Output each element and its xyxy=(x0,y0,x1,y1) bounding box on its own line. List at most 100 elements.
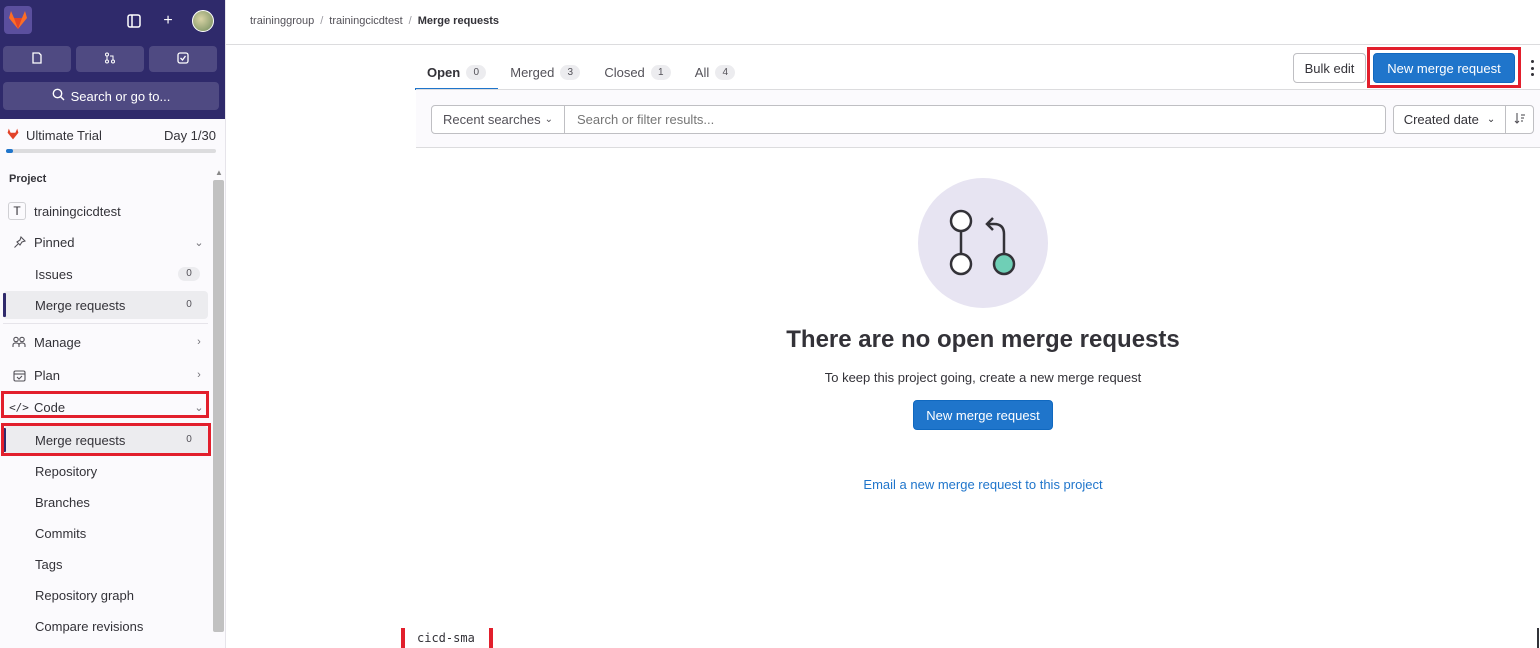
chevron-right-icon: › xyxy=(197,336,201,348)
tab-count-badge: 4 xyxy=(715,64,736,80)
tab-count-badge: 3 xyxy=(560,64,581,80)
sidebar-group-manage[interactable]: Manage › xyxy=(3,328,208,356)
sidebar-divider xyxy=(3,323,208,324)
bottom-tag-text: cicd-sma xyxy=(417,631,475,645)
sidebar-item-compare-revisions[interactable]: Compare revisions xyxy=(3,612,208,640)
project-avatar: T xyxy=(8,202,26,220)
highlight-marker-right xyxy=(488,628,493,648)
sidebar-item-label: Branches xyxy=(35,494,90,510)
tanuki-icon xyxy=(6,128,20,143)
bottom-tag: cicd-sma xyxy=(401,628,493,648)
sidebar-toggle-icon[interactable] xyxy=(124,11,144,31)
sidebar-group-label: Manage xyxy=(34,334,81,350)
sidebar-item-label: Merge requests xyxy=(35,297,126,313)
recent-searches-dropdown[interactable]: Recent searches ⌄ xyxy=(431,105,565,134)
tab-all[interactable]: All 4 xyxy=(694,55,736,89)
plus-icon[interactable]: + xyxy=(158,11,178,31)
sort-lowest-icon xyxy=(1514,112,1526,127)
tab-count-badge: 0 xyxy=(466,64,487,80)
trial-widget[interactable]: Ultimate Trial Day 1/30 xyxy=(6,128,216,153)
tab-merged[interactable]: Merged 3 xyxy=(510,55,581,89)
trial-progress-fill xyxy=(6,149,13,153)
issue-icon xyxy=(31,51,43,67)
sort-label: Created date xyxy=(1403,112,1479,127)
trial-label: Ultimate Trial xyxy=(26,128,102,143)
project-link[interactable]: T trainingcicdtest xyxy=(3,197,208,225)
breadcrumb-group-link[interactable]: traininggroup xyxy=(250,15,314,27)
header-divider xyxy=(226,44,1540,45)
tabs-divider xyxy=(416,89,1540,90)
sidebar-item-pinned-merge-requests[interactable]: Merge requests 0 xyxy=(3,291,208,319)
sidebar-item-label: Tags xyxy=(35,556,63,572)
todo-icon xyxy=(177,51,189,67)
sidebar-group-label: Pinned xyxy=(34,234,75,250)
search-label: Search or go to... xyxy=(70,88,171,104)
tab-label: All xyxy=(694,64,710,80)
search-or-go-to-button[interactable]: Search or go to... xyxy=(3,82,219,110)
highlight-code-group xyxy=(1,391,209,418)
tab-label: Merged xyxy=(510,64,555,80)
more-actions-icon[interactable] xyxy=(1528,56,1536,80)
merge-request-icon xyxy=(104,52,116,67)
sidebar-item-label: Compare revisions xyxy=(35,618,144,634)
sidebar-item-label: Repository xyxy=(35,463,98,479)
empty-state-description: To keep this project going, create a new… xyxy=(824,370,1142,385)
sidebar-item-label: Issues xyxy=(35,266,73,282)
sort-direction-button[interactable] xyxy=(1505,105,1534,134)
search-icon xyxy=(52,88,65,104)
tab-label: Open xyxy=(427,64,461,80)
sidebar-item-repository[interactable]: Repository xyxy=(3,457,208,485)
merge-requests-shortcut-button[interactable] xyxy=(76,46,144,72)
trial-day: Day 1/30 xyxy=(163,128,216,143)
chevron-down-icon: ⌄ xyxy=(1486,114,1496,125)
sidebar-item-issues[interactable]: Issues 0 xyxy=(3,260,208,288)
sidebar-item-branches[interactable]: Branches xyxy=(3,488,208,516)
sidebar-item-label: Commits xyxy=(35,525,87,541)
gitlab-logo-icon[interactable] xyxy=(4,6,32,34)
count-badge: 0 xyxy=(178,298,200,312)
issues-shortcut-button[interactable] xyxy=(3,46,71,72)
count-badge: 0 xyxy=(178,267,200,281)
tab-count-badge: 1 xyxy=(650,64,671,80)
sidebar-scrollbar-thumb[interactable] xyxy=(213,180,224,632)
search-filter-input[interactable] xyxy=(564,105,1386,134)
sidebar-item-tags[interactable]: Tags xyxy=(3,550,208,578)
sidebar-item-label: Repository graph xyxy=(35,587,134,603)
breadcrumb-project-link[interactable]: trainingcicdtest xyxy=(329,15,402,27)
bulk-edit-button[interactable]: Bulk edit xyxy=(1293,53,1366,83)
empty-state-title: There are no open merge requests xyxy=(786,326,1180,353)
sidebar: + Search or go to... Ultimate Trial Day … xyxy=(0,0,226,648)
project-name: trainingcicdtest xyxy=(34,203,121,219)
section-title: Project xyxy=(9,173,47,185)
pin-icon xyxy=(8,235,30,249)
breadcrumb-current[interactable]: Merge requests xyxy=(418,15,499,27)
highlight-merge-requests xyxy=(1,423,211,456)
recent-searches-label: Recent searches xyxy=(443,112,541,127)
chevron-down-icon: ⌄ xyxy=(544,114,553,125)
scroll-up-arrow-icon[interactable]: ▲ xyxy=(215,168,223,177)
avatar[interactable] xyxy=(192,10,214,32)
trial-progress-bar xyxy=(6,149,216,153)
tab-label: Closed xyxy=(604,64,645,80)
tab-open[interactable]: Open 0 xyxy=(414,55,499,90)
sidebar-item-repository-graph[interactable]: Repository graph xyxy=(3,581,208,609)
sidebar-header: + Search or go to... xyxy=(0,0,225,119)
tab-closed[interactable]: Closed 1 xyxy=(604,55,671,89)
edge-marker xyxy=(1537,628,1539,648)
merge-request-illustration-icon xyxy=(949,209,1016,276)
sidebar-group-plan[interactable]: Plan › xyxy=(3,361,208,389)
todo-shortcut-button[interactable] xyxy=(149,46,217,72)
sidebar-group-pinned[interactable]: Pinned ⌄ xyxy=(3,228,208,256)
empty-state-new-mr-button[interactable]: New merge request xyxy=(913,400,1053,430)
users-icon xyxy=(8,336,30,348)
empty-state-illustration xyxy=(918,178,1048,308)
chevron-down-icon: ⌄ xyxy=(194,236,204,249)
sort-dropdown[interactable]: Created date ⌄ xyxy=(1393,105,1506,134)
sidebar-item-commits[interactable]: Commits xyxy=(3,519,208,547)
mr-state-tabs: Open 0 Merged 3 Closed 1 All 4 xyxy=(414,55,736,90)
calendar-icon xyxy=(8,369,30,382)
chevron-right-icon: › xyxy=(197,369,201,381)
email-new-mr-link[interactable]: Email a new merge request to this projec… xyxy=(683,477,1283,492)
highlight-new-mr-button xyxy=(1367,47,1521,88)
breadcrumb: traininggroup / trainingcicdtest / Merge… xyxy=(250,15,500,27)
